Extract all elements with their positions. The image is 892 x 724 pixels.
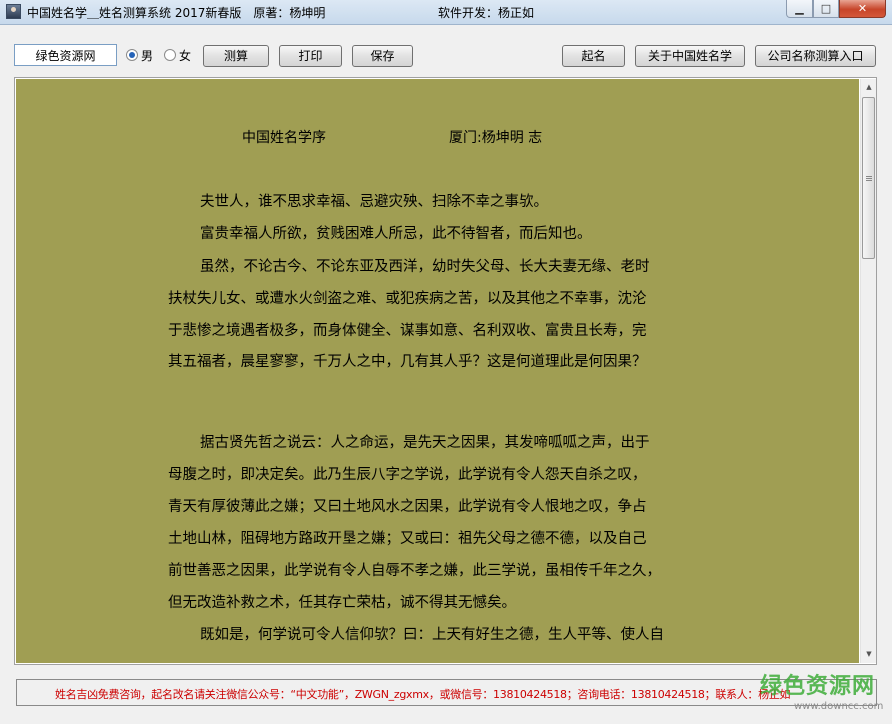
- radio-male[interactable]: [126, 49, 138, 61]
- watermark-url: www.downcc.com: [794, 701, 884, 712]
- minimize-button[interactable]: ▁: [786, 0, 813, 18]
- radio-male-label: 男: [141, 49, 154, 63]
- document-line: 青天有厚彼薄此之嫌；又曰土地风水之因果，此学说有令人恨地之叹，争占: [168, 499, 647, 515]
- document-line: 于悲惨之境遇者极多，而身体健全、谋事如意、名利双收、富贵且长寿，完: [168, 323, 647, 339]
- document-author: 厦门:杨坤明 志: [449, 130, 543, 146]
- radio-female[interactable]: [164, 49, 176, 61]
- scrollbar-grip-icon: [866, 176, 872, 177]
- vertical-scrollbar[interactable]: ▲ ▼: [860, 79, 876, 663]
- document-line: 扶杖失儿女、或遭水火剑盗之难、或犯疾病之苦，以及其他之不幸事，沈沦: [168, 291, 647, 307]
- name-input[interactable]: [14, 44, 117, 66]
- about-button[interactable]: 关于中国姓名学: [635, 45, 745, 67]
- document-line: 夫世人，谁不思求幸福、忌避灾殃、扫除不幸之事欤。: [200, 194, 548, 210]
- contact-info-text: 姓名吉凶免费咨询，起名改名请关注微信公众号：“中文功能”，ZWGN_zgxmx，…: [55, 688, 791, 701]
- document-line: 虽然，不论古今、不论东亚及西洋，幼时失父母、长大夫妻无缘、老时: [200, 259, 650, 275]
- save-button[interactable]: 保存: [352, 45, 413, 67]
- radio-female-label: 女: [179, 49, 192, 63]
- window-title: 中国姓名学＿姓名测算系统 2017新春版 原著：杨坤明: [27, 6, 326, 20]
- document-line: 既如是，何学说可令人信仰欤？曰：上天有好生之德，生人平等、使人自: [200, 627, 664, 643]
- company-name-button[interactable]: 公司名称测算入口: [755, 45, 876, 67]
- watermark-logo: 绿色资源网: [760, 674, 876, 699]
- maximize-button[interactable]: □: [813, 0, 839, 18]
- document-line: 前世善恶之因果，此学说有令人自辱不孝之嫌，此三学说，虽相传千年之久，: [168, 563, 661, 579]
- document-title: 中国姓名学序: [242, 130, 326, 146]
- watermark: 绿色资源网 www.downcc.com: [760, 668, 883, 716]
- document-text-area[interactable]: 中国姓名学序 厦门:杨坤明 志 夫世人，谁不思求幸福、忌避灾殃、扫除不幸之事欤。…: [16, 79, 859, 663]
- document-line: 其五福者，晨星寥寥，千万人之中，几有其人乎？这是何道理此是何因果？: [168, 354, 647, 370]
- scroll-down-arrow-icon[interactable]: ▼: [861, 646, 877, 663]
- document-line: 据古贤先哲之说云：人之命运，是先天之因果，其发啼呱呱之声，出于: [200, 435, 650, 451]
- naming-button[interactable]: 起名: [562, 45, 625, 67]
- app-icon: [6, 4, 21, 19]
- status-bar: 姓名吉凶免费咨询，起名改名请关注微信公众号：“中文功能”，ZWGN_zgxmx，…: [16, 679, 877, 706]
- document-panel: 中国姓名学序 厦门:杨坤明 志 夫世人，谁不思求幸福、忌避灾殃、扫除不幸之事欤。…: [14, 77, 877, 665]
- close-button[interactable]: ✕: [839, 0, 886, 18]
- calculate-button[interactable]: 测算: [203, 45, 269, 67]
- document-line: 土地山林，阻碍地方路政开垦之嫌；又或曰：祖先父母之德不德，以及自己: [168, 531, 647, 547]
- document-line: 母腹之时，即决定矣。此乃生辰八字之学说，此学说有令人怨天自杀之叹，: [168, 467, 647, 483]
- print-button[interactable]: 打印: [279, 45, 342, 67]
- scroll-up-arrow-icon[interactable]: ▲: [861, 79, 877, 96]
- document-line: 但无改造补救之术，任其存亡荣枯，诚不得其无憾矣。: [168, 595, 516, 611]
- scrollbar-thumb[interactable]: [862, 97, 875, 259]
- developer-credit: 软件开发：杨正如: [438, 6, 535, 20]
- title-bar: 中国姓名学＿姓名测算系统 2017新春版 原著：杨坤明 软件开发：杨正如 ▁ □…: [0, 0, 892, 25]
- document-line: 富贵幸福人所欲，贫贱困难人所忌，此不待智者，而后知也。: [200, 226, 592, 242]
